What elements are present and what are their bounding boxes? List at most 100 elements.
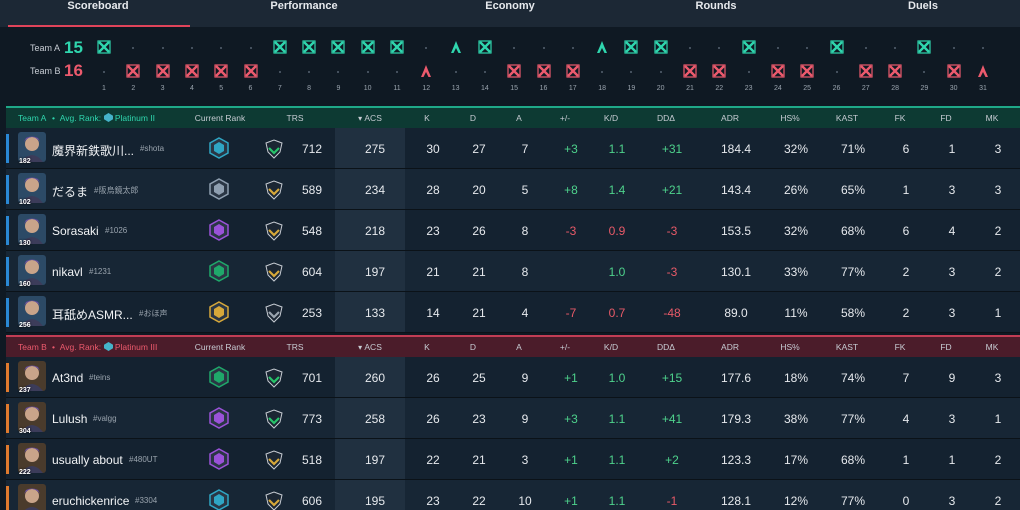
spike-icon[interactable] [976,64,990,78]
col-hs[interactable]: HS% [780,113,799,123]
spike-icon[interactable] [595,40,609,54]
stat-kd: 1.0 [608,371,626,385]
col-d[interactable]: D [470,342,476,352]
col-a[interactable]: A [516,113,522,123]
elimination-icon[interactable] [243,64,258,78]
player-row[interactable]: 102 だるま #阪烏鏡太郎 589 234 28 20 5 +8 1.4 +21 143.4 26% 6… [6,169,1020,210]
player-row[interactable]: 237 At3nd #teins 701 260 26 25 9 +1 1.0 +15 177.6 18… [6,357,1020,398]
stat-dd: -3 [666,224,678,238]
elimination-icon[interactable] [566,64,580,78]
player-name[interactable]: だるま [52,183,88,200]
stat-dd: +41 [661,412,683,426]
elimination-icon[interactable] [478,40,492,54]
spike-icon[interactable] [419,64,433,78]
current-rank-icon [209,178,229,200]
round-number: 20 [656,85,665,92]
col-mk[interactable]: MK [986,342,999,352]
player-row[interactable]: 304 Lulush #valgg 773 258 26 23 9 +3 1.1 +41 179.3 3… [6,398,1020,439]
col-fd[interactable]: FD [940,113,951,123]
elimination-icon[interactable] [917,40,931,54]
elimination-icon[interactable] [771,64,785,78]
col-fk[interactable]: FK [895,113,906,123]
elimination-icon[interactable] [507,64,521,78]
col-a[interactable]: A [516,342,522,352]
elimination-icon[interactable] [185,64,199,78]
elimination-icon[interactable] [361,40,375,54]
elimination-icon[interactable] [654,40,668,54]
col-k[interactable]: K [424,342,430,352]
player-name[interactable]: eruchickenrice [52,494,129,508]
player-name[interactable]: usually about [52,453,123,467]
elimination-icon[interactable] [155,64,170,78]
col-dd[interactable]: DDΔ [657,342,675,352]
stat-fk: 0 [902,494,910,508]
round-number: 12 [422,85,431,92]
tab-economy[interactable]: Economy [400,0,610,27]
player-name[interactable]: nikavl [52,265,83,279]
elimination-icon[interactable] [214,64,228,78]
player-row[interactable]: 160 nikavl #1231 604 197 21 21 8 1.0 -3 130.1 33% 77… [6,251,1020,292]
col-pm[interactable]: +/- [560,342,570,352]
stat-d: 27 [472,142,486,156]
col-pm[interactable]: +/- [560,113,570,123]
stat-fk: 6 [902,224,910,238]
tab-scoreboard[interactable]: Scoreboard [0,0,190,27]
player-row[interactable]: 130 Sorasaki #1026 548 218 23 26 8 -3 0.9 -3 153.5 3… [6,210,1020,251]
col-d[interactable]: D [470,113,476,123]
col-adr[interactable]: ADR [721,342,739,352]
col-kd[interactable]: K/D [604,342,618,352]
elimination-icon[interactable] [947,64,961,78]
elimination-icon[interactable] [712,64,726,78]
round-empty-dot [513,47,516,49]
stat-k: 22 [426,453,440,467]
elimination-icon[interactable] [390,40,404,54]
spike-icon[interactable] [449,40,463,54]
col-kast[interactable]: KAST [836,113,858,123]
round-number: 17 [568,85,577,92]
elimination-icon[interactable] [888,64,902,78]
player-name[interactable]: 魔界新鉄歌川... [52,142,134,159]
col-mk[interactable]: MK [986,113,999,123]
elimination-icon[interactable] [302,40,316,54]
col-fk[interactable]: FK [895,342,906,352]
col-hs[interactable]: HS% [780,342,799,352]
elimination-icon[interactable] [800,64,814,78]
col-dd[interactable]: DDΔ [657,113,675,123]
col-fd[interactable]: FD [940,342,951,352]
tab-performance[interactable]: Performance [190,0,400,27]
elimination-icon[interactable] [624,40,638,54]
elimination-icon[interactable] [829,40,844,54]
player-name[interactable]: At3nd [52,371,83,385]
player-tag: #valgg [93,414,117,423]
player-row[interactable]: eruchickenrice #3304 606 195 23 22 10 +1 1.1 -1 12… [6,480,1020,510]
tab-rounds[interactable]: Rounds [610,0,815,27]
player-name[interactable]: Lulush [52,412,87,426]
player-name[interactable]: 耳舐めASMR... [52,306,133,323]
player-row[interactable]: 256 耳舐めASMR... #おほ声 253 133 14 21 4 -7 0.7 -48 89.0… [6,292,1020,333]
elimination-icon[interactable] [273,40,287,54]
col-adr[interactable]: ADR [721,113,739,123]
elimination-icon[interactable] [126,64,140,78]
elimination-icon[interactable] [859,64,873,78]
col-k[interactable]: K [424,113,430,123]
player-row[interactable]: 222 usually about #480UT 518 197 22 21 3 +1 1.1 +2… [6,439,1020,480]
elimination-icon[interactable] [331,40,345,54]
elimination-icon[interactable] [741,40,756,54]
player-row[interactable]: 182 魔界新鉄歌川... #shota 712 275 30 27 7 +3 1.1 +31 184… [6,128,1020,169]
col-acs[interactable]: ACS [358,113,381,123]
col-kd[interactable]: K/D [604,113,618,123]
col-kast[interactable]: KAST [836,342,858,352]
elimination-icon[interactable] [97,40,111,54]
stat-adr: 177.6 [720,371,752,385]
tab-duels[interactable]: Duels [815,0,1020,27]
col-acs[interactable]: ACS [358,342,381,352]
current-rank-icon [209,489,229,510]
round-empty-dot [659,71,662,73]
col-trs[interactable]: TRS [287,113,304,123]
elimination-icon[interactable] [536,64,551,78]
stat-k: 26 [426,371,440,385]
col-trs[interactable]: TRS [287,342,304,352]
stat-d: 26 [472,224,486,238]
player-name[interactable]: Sorasaki [52,224,99,238]
elimination-icon[interactable] [683,64,697,78]
